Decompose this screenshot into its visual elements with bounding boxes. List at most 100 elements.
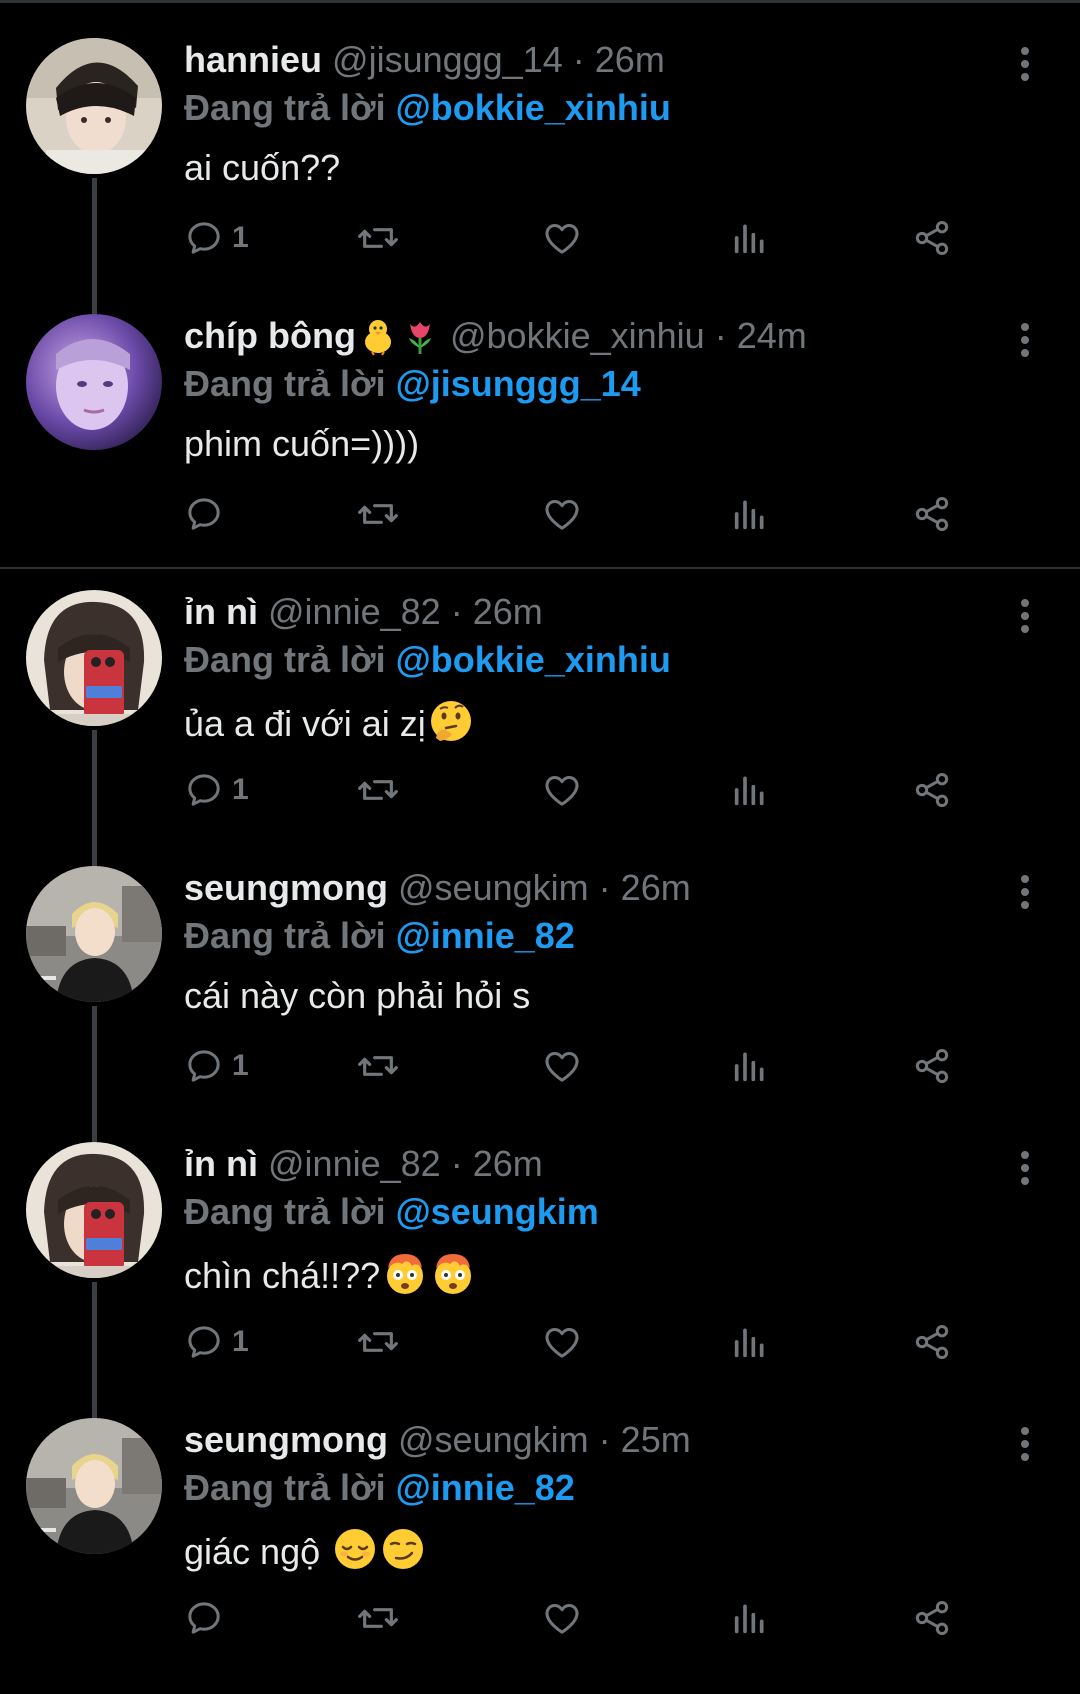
share-button[interactable]: [912, 1594, 952, 1642]
retweet-button[interactable]: [356, 214, 400, 262]
user-handle[interactable]: @jisunggg_14: [332, 39, 563, 80]
like-button[interactable]: [542, 766, 582, 814]
timestamp[interactable]: 25m: [621, 1419, 691, 1460]
user-handle[interactable]: @innie_82: [268, 591, 441, 632]
replying-to: Đang trả lời @seungkim: [184, 1192, 599, 1232]
tweet[interactable]: seungmong @seungkim · 26m Đang trả lời @…: [0, 866, 1080, 1142]
avatar[interactable]: [26, 1418, 162, 1554]
separator-dot: ·: [598, 867, 611, 908]
reply-button[interactable]: 1: [184, 766, 249, 814]
more-options-icon[interactable]: [1010, 320, 1040, 360]
share-button[interactable]: [912, 490, 952, 538]
display-name[interactable]: hannieu: [184, 39, 322, 80]
more-options-icon[interactable]: [1010, 1148, 1040, 1188]
replying-to-mention[interactable]: @innie_82: [396, 1467, 575, 1508]
more-options-icon[interactable]: [1010, 596, 1040, 636]
user-handle[interactable]: @seungkim: [398, 1419, 589, 1460]
tweet-text-content: chìn chá!!??: [184, 1255, 381, 1296]
user-handle[interactable]: @seungkim: [398, 867, 589, 908]
avatar[interactable]: [26, 1142, 162, 1278]
more-options-icon[interactable]: [1010, 44, 1040, 84]
share-button[interactable]: [912, 1042, 952, 1090]
tweet[interactable]: chíp bông @bokkie_xinhiu · 24m Đang trả …: [0, 314, 1080, 590]
timestamp[interactable]: 26m: [473, 1143, 543, 1184]
reply-button[interactable]: 1: [184, 1318, 249, 1366]
replying-to-mention[interactable]: @bokkie_xinhiu: [396, 87, 671, 128]
tweet-actions: [184, 490, 1034, 538]
analytics-icon: [734, 1604, 764, 1634]
tweet[interactable]: hannieu @jisunggg_14 · 26m Đang trả lời …: [0, 38, 1080, 314]
display-name[interactable]: ỉn nì: [184, 591, 258, 632]
avatar[interactable]: [26, 590, 162, 726]
display-name[interactable]: seungmong: [184, 867, 388, 908]
share-icon: [915, 1049, 949, 1083]
retweet-button[interactable]: [356, 1042, 400, 1090]
reply-button[interactable]: [184, 490, 232, 538]
replying-to-mention[interactable]: @innie_82: [396, 915, 575, 956]
avatar[interactable]: [26, 314, 162, 450]
share-button[interactable]: [912, 766, 952, 814]
retweet-icon: [358, 1332, 398, 1352]
retweet-button[interactable]: [356, 1318, 400, 1366]
like-button[interactable]: [542, 1318, 582, 1366]
retweet-button[interactable]: [356, 1594, 400, 1642]
timestamp[interactable]: 24m: [737, 315, 807, 356]
heart-icon: [545, 1328, 579, 1358]
heart-icon: [545, 1052, 579, 1082]
timestamp[interactable]: 26m: [621, 867, 691, 908]
replying-to-mention[interactable]: @seungkim: [396, 1191, 599, 1232]
views-button[interactable]: [730, 490, 770, 538]
replying-to: Đang trả lời @bokkie_xinhiu: [184, 640, 671, 680]
views-button[interactable]: [730, 1594, 770, 1642]
user-handle[interactable]: @bokkie_xinhiu: [450, 315, 705, 356]
like-button[interactable]: [542, 1042, 582, 1090]
analytics-icon: [734, 776, 764, 806]
reply-button[interactable]: 1: [184, 1042, 249, 1090]
share-button[interactable]: [912, 214, 952, 262]
tweet-actions: [184, 1594, 1034, 1642]
tweet[interactable]: ỉn nì @innie_82 · 26m Đang trả lời @seun…: [0, 1142, 1080, 1418]
retweet-icon: [358, 228, 398, 248]
tweet-text: phim cuốn=)))): [184, 422, 419, 466]
share-button[interactable]: [912, 1318, 952, 1366]
tweet-text-content: cái này còn phải hỏi s: [184, 975, 531, 1016]
retweet-icon: [358, 780, 398, 800]
thread-divider: [0, 567, 1080, 569]
display-name[interactable]: chíp bông: [184, 315, 356, 356]
reply-count: 1: [232, 773, 249, 806]
views-button[interactable]: [730, 766, 770, 814]
like-button[interactable]: [542, 214, 582, 262]
separator-dot: ·: [450, 1143, 463, 1184]
display-name[interactable]: ỉn nì: [184, 1143, 258, 1184]
user-handle[interactable]: @innie_82: [268, 1143, 441, 1184]
avatar[interactable]: [26, 866, 162, 1002]
like-button[interactable]: [542, 1594, 582, 1642]
reply-button[interactable]: [184, 1594, 232, 1642]
tweet-text-content: phim cuốn=)))): [184, 423, 420, 464]
reply-button[interactable]: 1: [184, 214, 249, 262]
like-button[interactable]: [542, 490, 582, 538]
reply-icon: [188, 1326, 220, 1358]
timestamp[interactable]: 26m: [473, 591, 543, 632]
separator-dot: ·: [598, 1419, 611, 1460]
tweet-actions: 1: [184, 1042, 1034, 1090]
avatar-in-ni-icon: [26, 1142, 162, 1278]
tweet-actions: 1: [184, 214, 1034, 262]
replying-to-label: Đang trả lời: [184, 1467, 386, 1508]
retweet-button[interactable]: [356, 766, 400, 814]
replying-to-label: Đang trả lời: [184, 915, 386, 956]
tweet[interactable]: ỉn nì @innie_82 · 26m Đang trả lời @bokk…: [0, 590, 1080, 866]
display-name[interactable]: seungmong: [184, 1419, 388, 1460]
more-options-icon[interactable]: [1010, 1424, 1040, 1464]
views-button[interactable]: [730, 214, 770, 262]
retweet-button[interactable]: [356, 490, 400, 538]
tweet[interactable]: seungmong @seungkim · 25m Đang trả lời @…: [0, 1418, 1080, 1694]
replying-to-mention[interactable]: @bokkie_xinhiu: [396, 639, 671, 680]
reply-count: 1: [232, 1325, 249, 1358]
replying-to-mention[interactable]: @jisunggg_14: [396, 363, 641, 404]
timestamp[interactable]: 26m: [595, 39, 665, 80]
avatar[interactable]: [26, 38, 162, 174]
views-button[interactable]: [730, 1042, 770, 1090]
more-options-icon[interactable]: [1010, 872, 1040, 912]
views-button[interactable]: [730, 1318, 770, 1366]
